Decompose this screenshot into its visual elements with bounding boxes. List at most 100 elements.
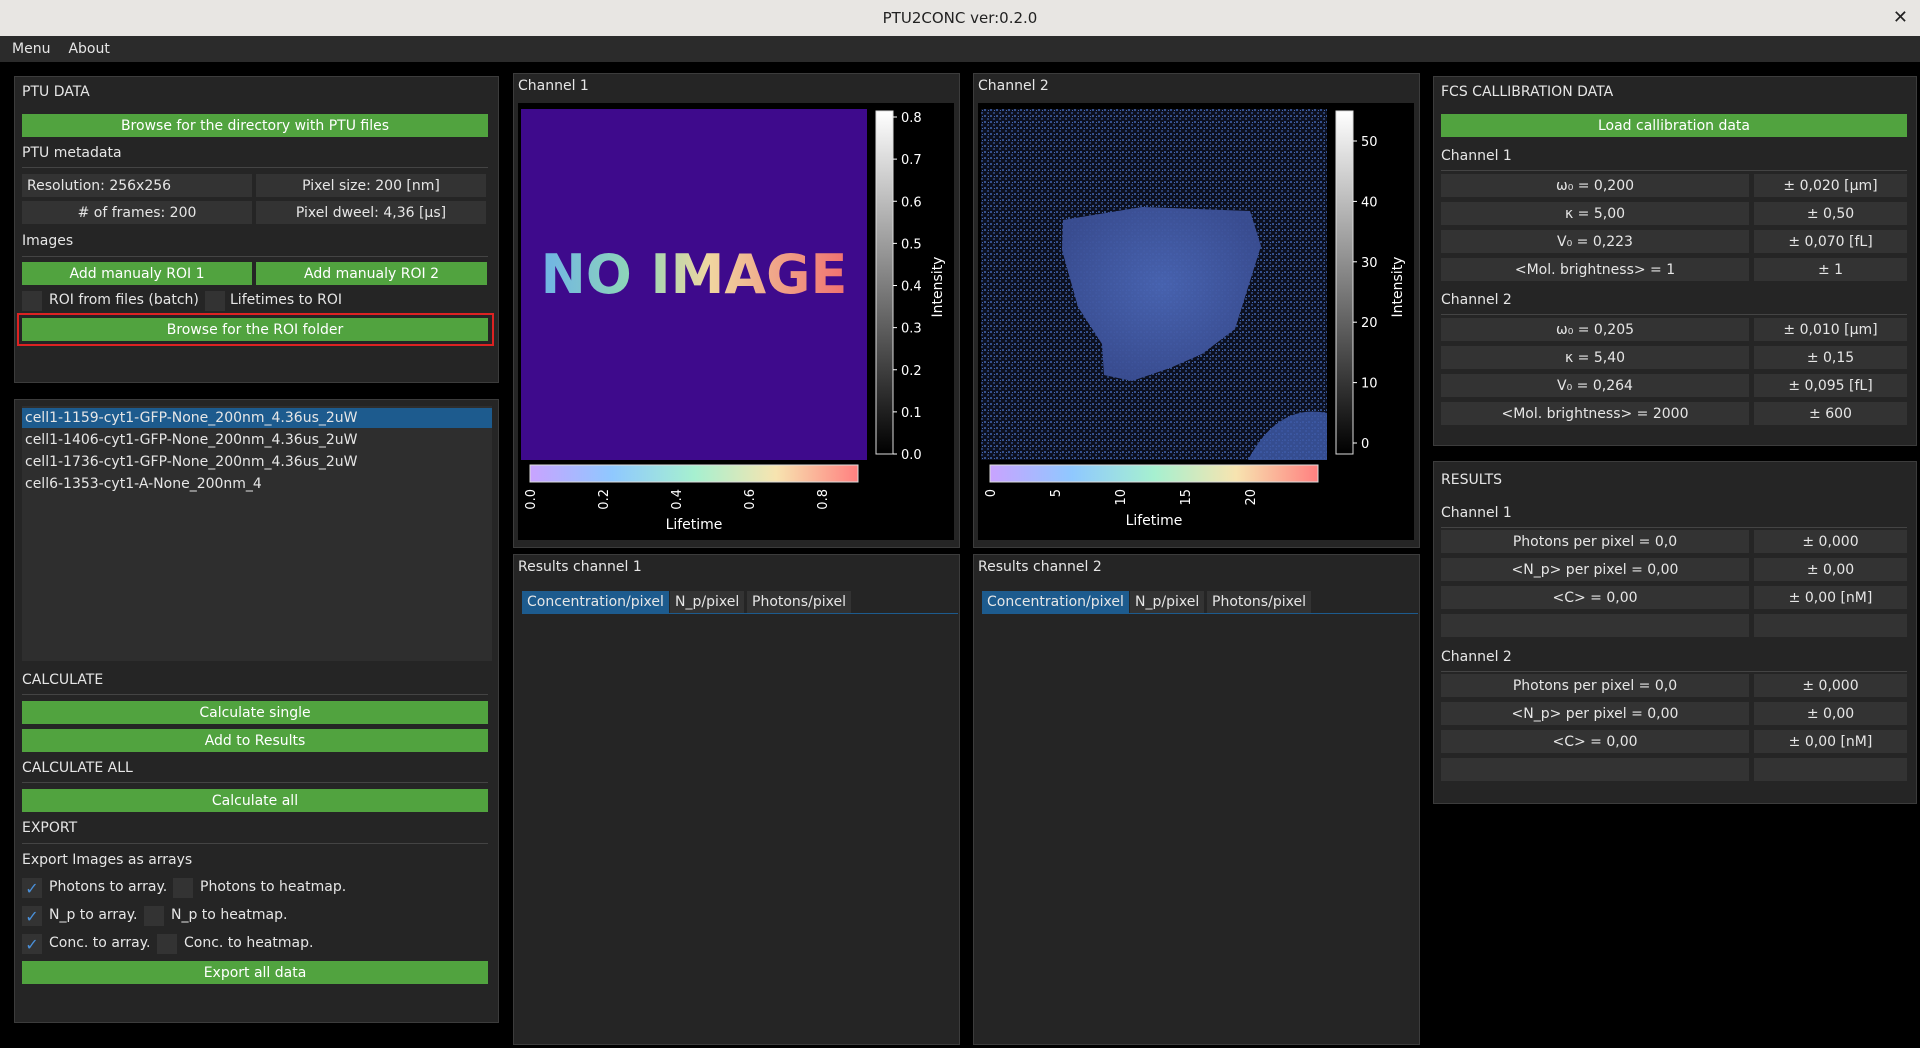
separator (1441, 314, 1907, 315)
channel2-plot: 50 40 30 20 10 0 Intensity 0 5 10 15 20 Lifetime (978, 103, 1414, 540)
tab-np-pixel[interactable]: N_p/pixel (670, 591, 745, 613)
tab-photons-pixel[interactable]: Photons/pixel (747, 591, 851, 613)
frames-field: # of frames: 200 (22, 201, 252, 224)
tick-label: 50 (1361, 135, 1378, 150)
value-field (1441, 758, 1749, 781)
error-field (1754, 614, 1907, 637)
separator (22, 782, 488, 783)
tab-np-pixel[interactable]: N_p/pixel (1130, 591, 1205, 613)
value-field: κ = 5,40 (1441, 346, 1749, 369)
error-field: ± 0,000 (1754, 530, 1907, 553)
channel1-lifetime-label: Lifetime (666, 517, 723, 533)
separator (1441, 170, 1907, 171)
results-channel2-panel (973, 554, 1420, 1045)
tick-label: 0.2 (901, 364, 922, 379)
error-field: ± 0,00 (1754, 558, 1907, 581)
separator (22, 694, 488, 695)
error-field: ± 600 (1754, 402, 1907, 425)
tab-photons-pixel[interactable]: Photons/pixel (1207, 591, 1311, 613)
tab-concentration-pixel[interactable]: Concentration/pixel (522, 591, 669, 613)
tick-label: 0.2 (597, 489, 612, 510)
np-heatmap-label: N_p to heatmap. (171, 907, 288, 923)
tick-label: 0.8 (901, 111, 922, 126)
error-field: ± 0,000 (1754, 674, 1907, 697)
add-roi1-button[interactable]: Add manualy ROI 1 (22, 262, 252, 285)
roi-from-files-label: ROI from files (batch) (49, 292, 199, 308)
tick-label: 0.6 (901, 195, 922, 210)
add-to-results-button[interactable]: Add to Results (22, 729, 488, 752)
np-heatmap-checkbox[interactable] (144, 906, 164, 926)
photons-heatmap-checkbox[interactable] (173, 878, 193, 898)
list-item[interactable]: cell1-1406-cyt1-GFP-None_200nm_4.36us_2u… (22, 430, 360, 450)
calculate-all-button[interactable]: Calculate all (22, 789, 488, 812)
value-field: ω₀ = 0,205 (1441, 318, 1749, 341)
add-roi2-button[interactable]: Add manualy ROI 2 (256, 262, 487, 285)
list-item[interactable]: cell6-1353-cyt1-A-None_200nm_4 (22, 474, 265, 494)
np-array-checkbox[interactable]: ✓ (22, 906, 42, 926)
tick-label: 0.3 (901, 322, 922, 337)
channel1-intensity-label: Intensity (930, 257, 946, 318)
menu-item-menu[interactable]: Menu (0, 41, 56, 57)
tick-label: 30 (1361, 256, 1378, 271)
tab-concentration-pixel[interactable]: Concentration/pixel (982, 591, 1129, 613)
calculate-single-button[interactable]: Calculate single (22, 701, 488, 724)
file-list[interactable]: cell1-1159-cyt1-GFP-None_200nm_4.36us_2u… (22, 406, 492, 661)
channel1-plot: NO IMAGE 0.8 0.7 0.6 0.5 0.4 0.3 0.2 0.1 0.0 Int… (518, 103, 954, 540)
error-field: ± 0,070 [fL] (1754, 230, 1907, 253)
value-field (1441, 614, 1749, 637)
separator (22, 256, 488, 257)
tick-label: 0.4 (670, 489, 685, 510)
results-channel1-panel (513, 554, 960, 1045)
photons-array-checkbox[interactable]: ✓ (22, 878, 42, 898)
resolution-field: Resolution: 256x256 (22, 174, 252, 197)
channel1-lifetime-colorbar (529, 464, 859, 483)
calculate-title: CALCULATE (22, 672, 104, 688)
tick-label: 0.4 (901, 280, 922, 295)
tick-label: 0.6 (743, 489, 758, 510)
separator (1441, 527, 1907, 528)
channel1-intensity-colorbar (875, 110, 894, 455)
conc-array-checkbox[interactable]: ✓ (22, 934, 42, 954)
error-field: ± 0,010 [µm] (1754, 318, 1907, 341)
results-channel1-title: Results channel 1 (518, 559, 642, 575)
channel2-lifetime-label: Lifetime (1126, 513, 1183, 529)
value-field: V₀ = 0,223 (1441, 230, 1749, 253)
browse-roi-highlight (17, 313, 494, 346)
lifetimes-to-roi-label: Lifetimes to ROI (230, 292, 342, 308)
export-title: EXPORT (22, 820, 78, 836)
error-field: ± 0,00 [nM] (1754, 586, 1907, 609)
tick-label: 0.0 (901, 448, 922, 463)
error-field: ± 0,020 [µm] (1754, 174, 1907, 197)
value-field: <N_p> per pixel = 0,00 (1441, 702, 1749, 725)
no-image-text: NO IMAGE (541, 243, 848, 306)
channel2-intensity-colorbar (1335, 110, 1354, 455)
conc-heatmap-checkbox[interactable] (157, 934, 177, 954)
channel2-lifetime-colorbar (989, 464, 1319, 483)
menu-item-about[interactable]: About (56, 41, 115, 57)
fcs-title: FCS CALLIBRATION DATA (1441, 84, 1614, 100)
browse-ptu-button[interactable]: Browse for the directory with PTU files (22, 114, 488, 137)
tick-label: 0.1 (901, 406, 922, 421)
roi-from-files-checkbox[interactable] (22, 291, 42, 311)
results-channel1-label: Channel 1 (1441, 505, 1512, 521)
tick-label: 0.7 (901, 153, 922, 168)
error-field: ± 0,00 (1754, 702, 1907, 725)
export-all-button[interactable]: Export all data (22, 961, 488, 984)
load-calibration-button[interactable]: Load callibration data (1441, 114, 1907, 137)
channel1-plot-svg: NO IMAGE 0.8 0.7 0.6 0.5 0.4 0.3 0.2 0.1 0.0 Int… (521, 109, 946, 533)
channel1-title: Channel 1 (518, 78, 589, 94)
window-titlebar: PTU2CONC ver:0.2.0 ✕ (0, 0, 1920, 36)
error-field: ± 0,15 (1754, 346, 1907, 369)
np-array-label: N_p to array. (49, 907, 138, 923)
error-field: ± 0,095 [fL] (1754, 374, 1907, 397)
list-item[interactable]: cell1-1159-cyt1-GFP-None_200nm_4.36us_2u… (22, 408, 492, 428)
conc-heatmap-label: Conc. to heatmap. (184, 935, 314, 951)
tick-label: 0.0 (524, 489, 539, 510)
value-field: <Mol. brightness> = 1 (1441, 258, 1749, 281)
list-item[interactable]: cell1-1736-cyt1-GFP-None_200nm_4.36us_2u… (22, 452, 360, 472)
photons-array-label: Photons to array. (49, 879, 168, 895)
close-icon[interactable]: ✕ (1893, 7, 1908, 28)
channel2-intensity-label: Intensity (1390, 257, 1406, 318)
lifetimes-to-roi-checkbox[interactable] (205, 291, 225, 311)
pixel-dwell-field: Pixel dweel: 4,36 [µs] (256, 201, 486, 224)
